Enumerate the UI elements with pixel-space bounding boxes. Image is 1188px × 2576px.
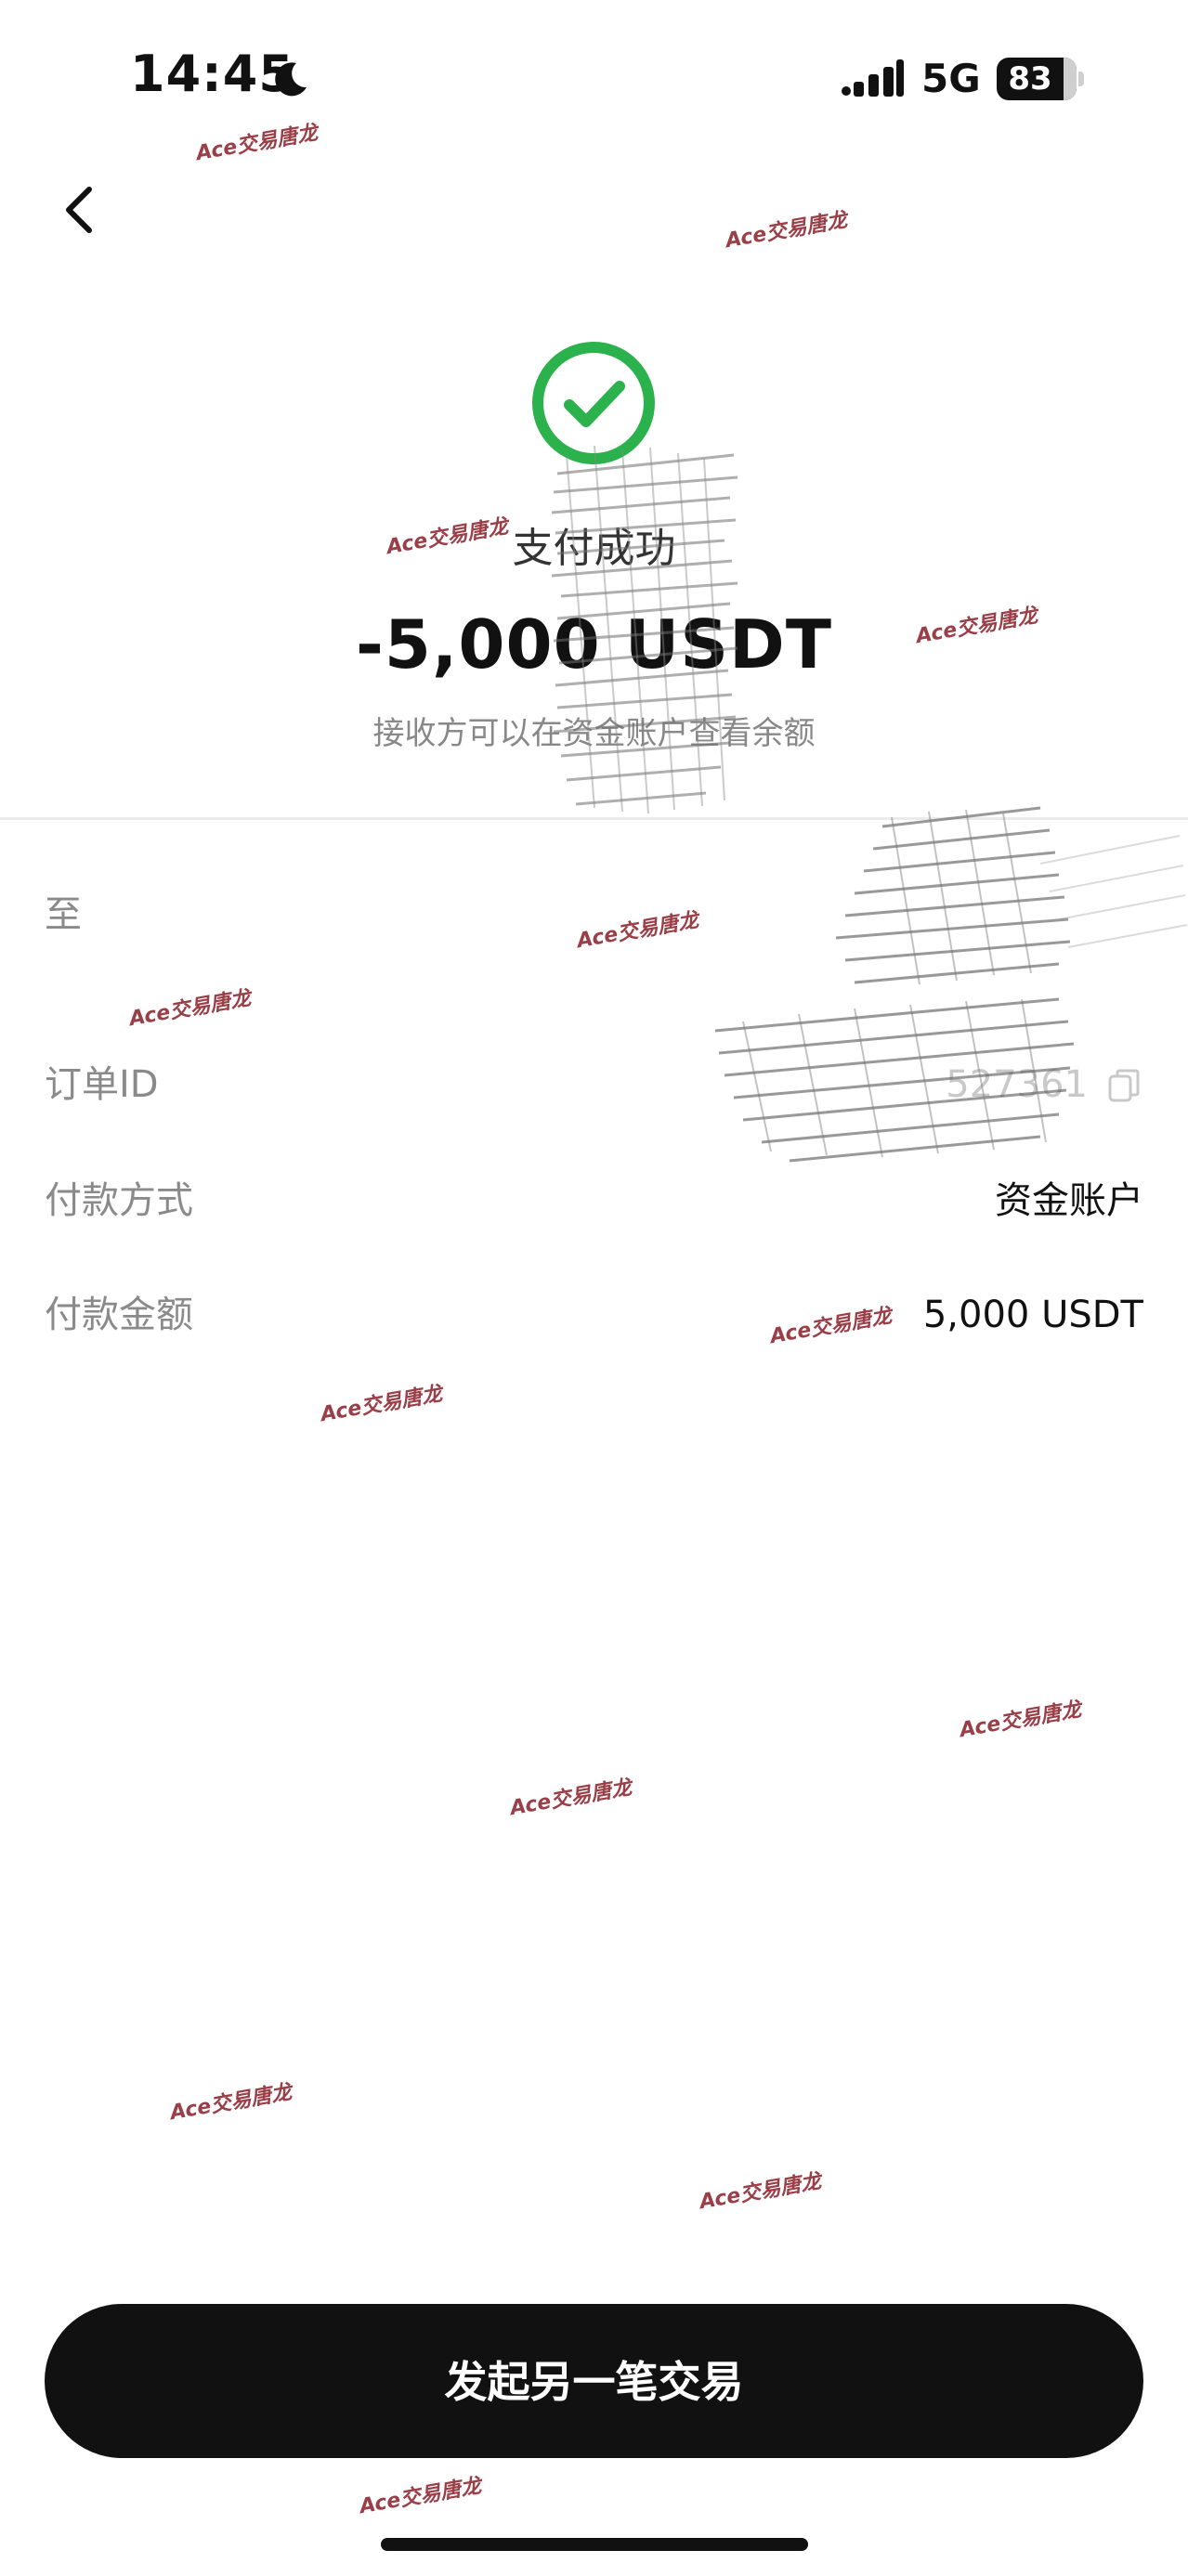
status-bar: 14:45 5G 83	[0, 0, 1188, 158]
recipient-label: 至	[45, 893, 82, 936]
payment-method-label: 付款方式	[45, 1179, 193, 1222]
watermark: Ace交易唐龙	[358, 2474, 483, 2519]
home-indicator	[381, 2538, 808, 2551]
status-time: 14:45	[130, 45, 294, 103]
watermark: Ace交易唐龙	[698, 2169, 823, 2215]
detail-row-payment-amount: 付款金额 5,000 USDT	[45, 1282, 1143, 1347]
divider	[0, 817, 1188, 820]
new-transaction-button[interactable]: 发起另一笔交易	[45, 2304, 1143, 2458]
order-id-value: 527361	[946, 1063, 1088, 1106]
watermark: Ace交易唐龙	[168, 2080, 294, 2126]
payment-amount-label: 付款金额	[45, 1294, 193, 1336]
watermark: Ace交易唐龙	[319, 1382, 444, 1427]
cellular-signal-icon	[842, 59, 904, 97]
payment-hint: 接收方可以在资金账户查看余额	[372, 715, 816, 752]
back-button[interactable]	[52, 176, 108, 241]
detail-row-payment-method: 付款方式 资金账户	[45, 1168, 1143, 1233]
check-circle-icon	[532, 342, 655, 464]
battery-icon: 83	[997, 58, 1086, 100]
payment-status-title: 支付成功	[512, 525, 676, 572]
watermark: Ace交易唐龙	[724, 208, 849, 254]
order-id-label: 订单ID	[45, 1063, 159, 1106]
network-type: 5G	[921, 56, 981, 101]
detail-row-recipient: 至	[45, 882, 1143, 947]
payment-method-value: 资金账户	[995, 1179, 1143, 1222]
watermark: Ace交易唐龙	[127, 986, 253, 1032]
watermark: Ace交易唐龙	[958, 1698, 1083, 1743]
payment-amount: -5,000 USDT	[356, 605, 832, 683]
battery-level: 83	[1008, 60, 1052, 98]
chevron-left-icon	[66, 187, 92, 233]
payment-amount-value: 5,000 USDT	[922, 1294, 1143, 1336]
copy-icon[interactable]	[1106, 1067, 1143, 1104]
moon-icon	[275, 62, 307, 97]
detail-row-order-id: 订单ID 527361	[45, 1052, 1143, 1117]
watermark: Ace交易唐龙	[508, 1776, 633, 1821]
